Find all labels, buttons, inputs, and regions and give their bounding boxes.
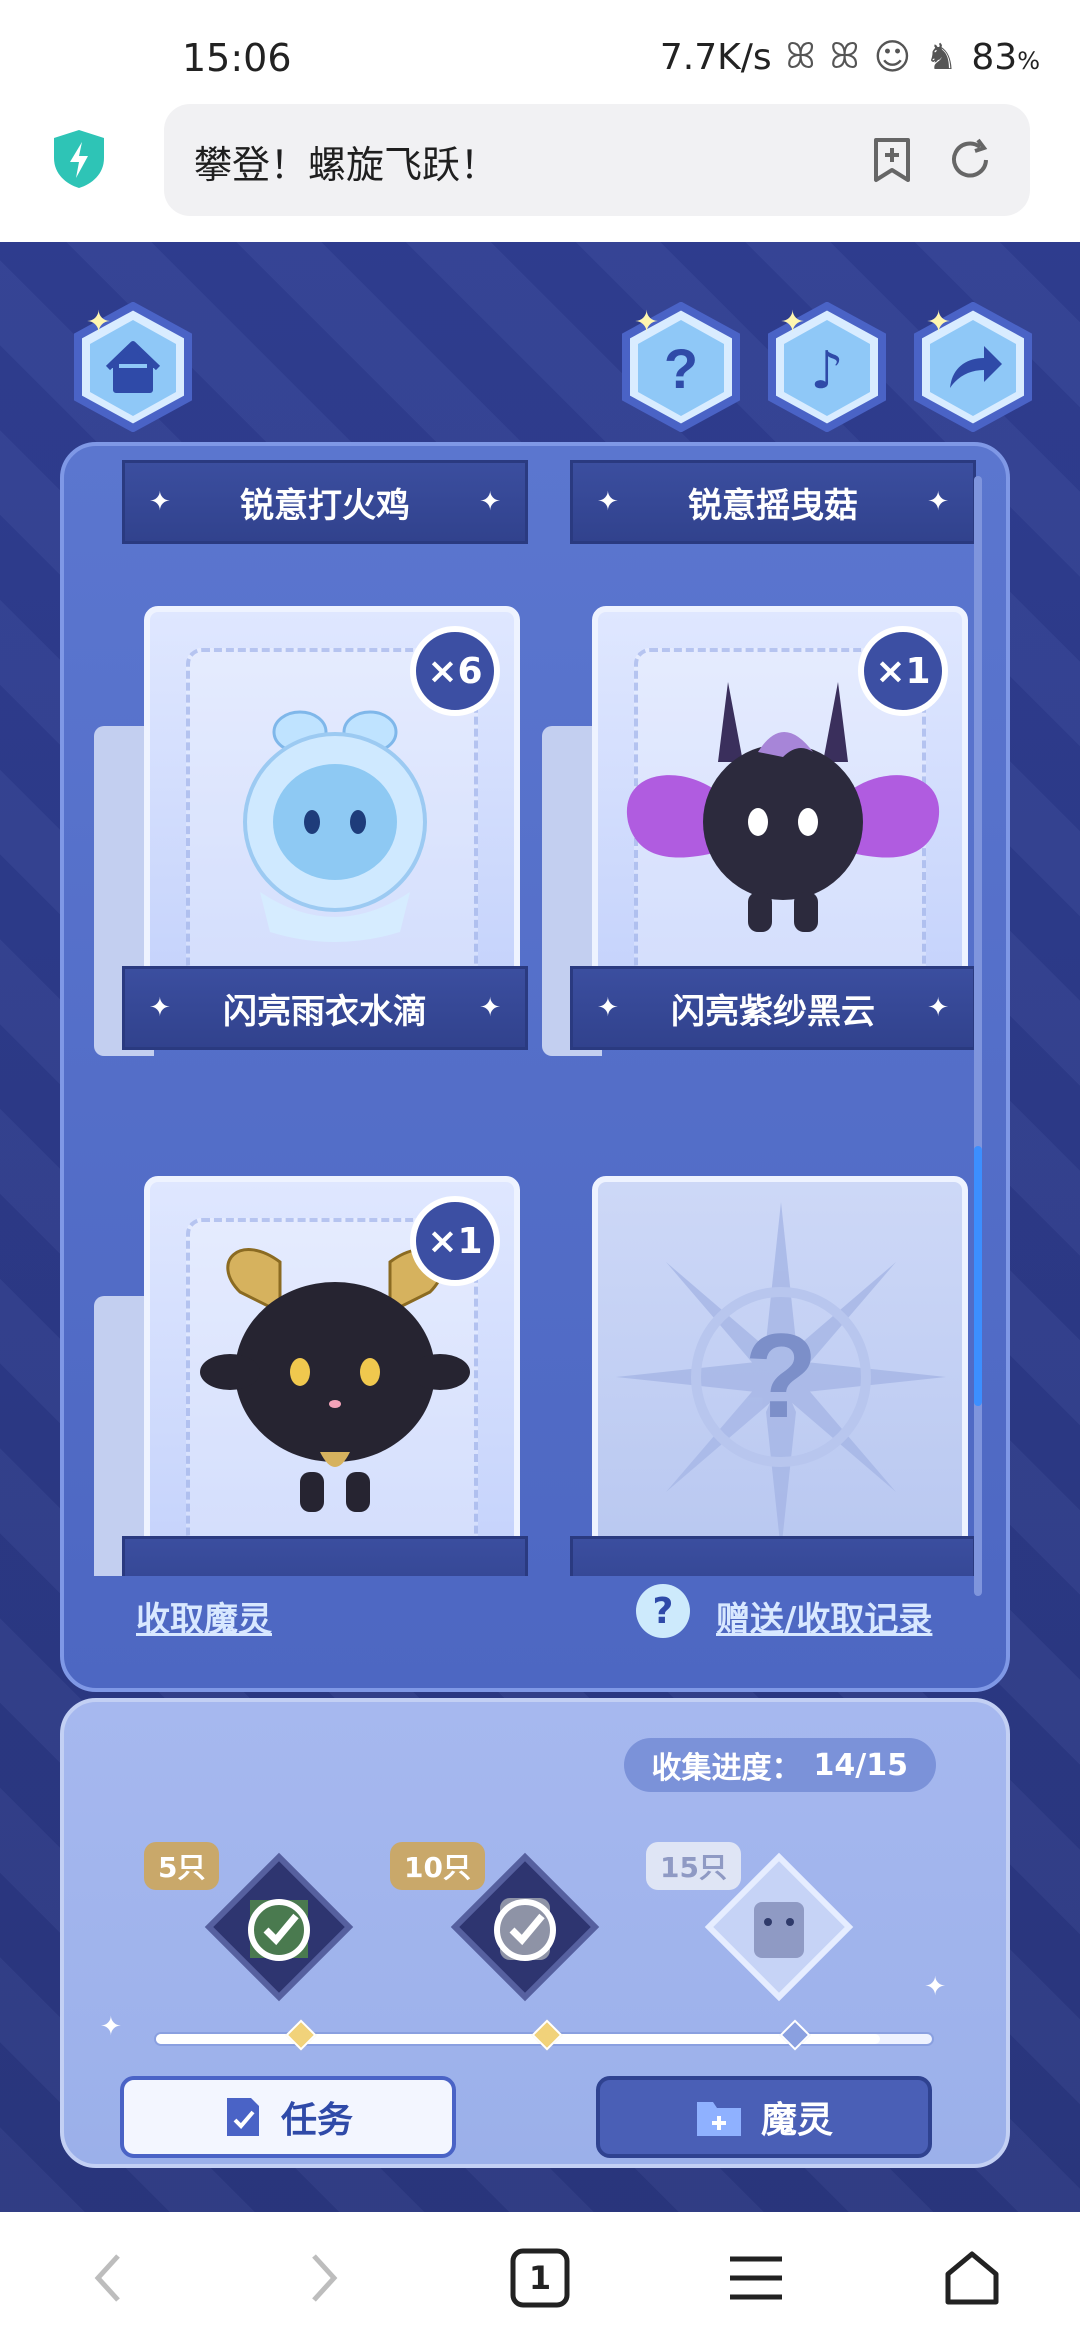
svg-text:✦: ✦	[926, 305, 951, 340]
help-button[interactable]: ? ✦	[616, 301, 746, 433]
reward-tag: 10只	[390, 1842, 485, 1890]
gift-record-link[interactable]: 赠送/收取记录	[716, 1592, 932, 1641]
network-speed: 7.7K/s	[659, 36, 772, 78]
browser-nav-bar: 1	[0, 2212, 1080, 2340]
tasks-button[interactable]: 任务	[120, 2076, 456, 2158]
home-nav-button[interactable]	[936, 2242, 1008, 2314]
share-button[interactable]: ✦	[908, 301, 1038, 433]
svg-text:✦: ✦	[86, 305, 111, 340]
progress-fill	[156, 2034, 880, 2044]
game-area: ✦ ? ✦ ♪ ✦ ✦ ✦ 锐意打火鸡 ✦ ✦ 锐意摇曳菇 ✦ ×6 ✦ 闪亮雨…	[0, 242, 1080, 2212]
help-circle-icon[interactable]: ?	[636, 1584, 690, 1638]
svg-text:✦: ✦	[634, 305, 659, 340]
card-banner: ✦ 闪亮紫纱黑云 ✦	[570, 966, 976, 1050]
spirit-card-3[interactable]: ×1	[144, 1176, 520, 1576]
count-badge: ×1	[858, 626, 948, 716]
status-right: 7.7K/s ꕤ ꕤ ☺ ♞ 83%	[660, 36, 1040, 78]
cat-icon: ☺	[873, 36, 912, 78]
collection-panel: ✦ 锐意打火鸡 ✦ ✦ 锐意摇曳菇 ✦ ×6 ✦ 闪亮雨衣水滴 ✦ ×1 ✦ 闪…	[60, 442, 1010, 1692]
collection-scroll-area[interactable]: ✦ 锐意打火鸡 ✦ ✦ 锐意摇曳菇 ✦ ×6 ✦ 闪亮雨衣水滴 ✦ ×1 ✦ 闪…	[64, 446, 1006, 1576]
sparkle-icon: ✦	[149, 487, 171, 517]
card-banner: ✦ 闪亮雨衣水滴 ✦	[122, 966, 528, 1050]
svg-text:♪: ♪	[810, 341, 843, 401]
sparkle-icon: ✦	[597, 487, 619, 517]
card-name: 闪亮雨衣水滴	[223, 991, 427, 1032]
battery-level: 83%	[971, 36, 1040, 78]
scrollbar-track[interactable]	[974, 476, 982, 1596]
progress-value: 14/15	[813, 1747, 908, 1783]
progress-label: 收集进度：	[651, 1751, 802, 1786]
sparkle-icon: ✦	[149, 993, 171, 1023]
deer-icon: ♞	[925, 36, 958, 78]
svg-text:?: ?	[744, 1309, 817, 1443]
menu-icon	[730, 2256, 782, 2300]
card-banner	[570, 1536, 976, 1576]
card-banner	[122, 1536, 528, 1576]
sparkle-icon: ✦	[927, 487, 949, 517]
sparkle-icon: ✦	[479, 993, 501, 1023]
card-banner: ✦ 锐意打火鸡 ✦	[122, 460, 528, 544]
browser-bar: 攀登！螺旋飞跃！	[0, 100, 1080, 242]
tasks-label: 任务	[280, 2100, 353, 2141]
page-title: 攀登！螺旋飞跃！	[194, 143, 499, 187]
reward-5-claimed[interactable]	[204, 1852, 354, 2002]
card-banner: ✦ 锐意摇曳菇 ✦	[570, 460, 976, 544]
sparkle-icon: ✦	[100, 2012, 122, 2042]
back-button[interactable]	[72, 2242, 144, 2314]
forward-button[interactable]	[288, 2242, 360, 2314]
tabs-button[interactable]: 1	[504, 2242, 576, 2314]
shield-icon[interactable]	[50, 128, 108, 190]
scrollbar-thumb[interactable]	[974, 1146, 982, 1406]
home-outline-icon	[945, 2251, 999, 2305]
sparkle-icon: ✦	[927, 993, 949, 1023]
collection-progress: 收集进度： 14/15	[623, 1738, 936, 1792]
spirits-button[interactable]: 魔灵	[596, 2076, 932, 2158]
address-bar[interactable]: 攀登！螺旋飞跃！	[164, 104, 1030, 216]
spirit-card-locked[interactable]: ?	[592, 1176, 968, 1576]
svg-text:✦: ✦	[780, 305, 805, 340]
menu-button[interactable]	[720, 2242, 792, 2314]
bookmark-add-icon[interactable]	[866, 134, 918, 186]
svg-text:?: ?	[664, 337, 698, 400]
sprout-icon: ꕤ	[785, 36, 816, 77]
refresh-icon[interactable]	[944, 134, 996, 186]
status-bar: 15:06 7.7K/s ꕤ ꕤ ☺ ♞ 83%	[0, 0, 1080, 100]
receive-spirit-link[interactable]: 收取魔灵	[136, 1592, 272, 1641]
sparkle-icon: ✦	[597, 993, 619, 1023]
tab-count: 1	[528, 2259, 552, 2297]
count-badge: ×1	[410, 1196, 500, 1286]
sparkle-icon: ✦	[924, 1972, 946, 2002]
music-button[interactable]: ♪ ✦	[762, 301, 892, 433]
status-time: 15:06	[182, 36, 292, 80]
home-button[interactable]: ✦	[68, 301, 198, 433]
reward-tag: 15只	[646, 1842, 741, 1890]
spirits-label: 魔灵	[760, 2100, 833, 2141]
spirit-card-2[interactable]: ×1	[592, 606, 968, 1006]
sparkle-icon: ✦	[479, 487, 501, 517]
reward-tag: 5只	[144, 1842, 220, 1890]
raincoat-droplet-image	[243, 710, 427, 942]
progress-panel: 收集进度： 14/15 5只 10只 15只 ✦ ✦ 任务 魔灵	[60, 1698, 1010, 2168]
locked-placeholder-icon: ?	[616, 1202, 946, 1552]
card-name: 闪亮紫纱黑云	[671, 991, 875, 1032]
sprout-icon-2: ꕤ	[829, 36, 860, 77]
count-badge: ×6	[410, 626, 500, 716]
folder-icon	[696, 2102, 741, 2136]
task-doc-icon	[226, 2098, 259, 2136]
spirit-card-1[interactable]: ×6	[144, 606, 520, 1006]
